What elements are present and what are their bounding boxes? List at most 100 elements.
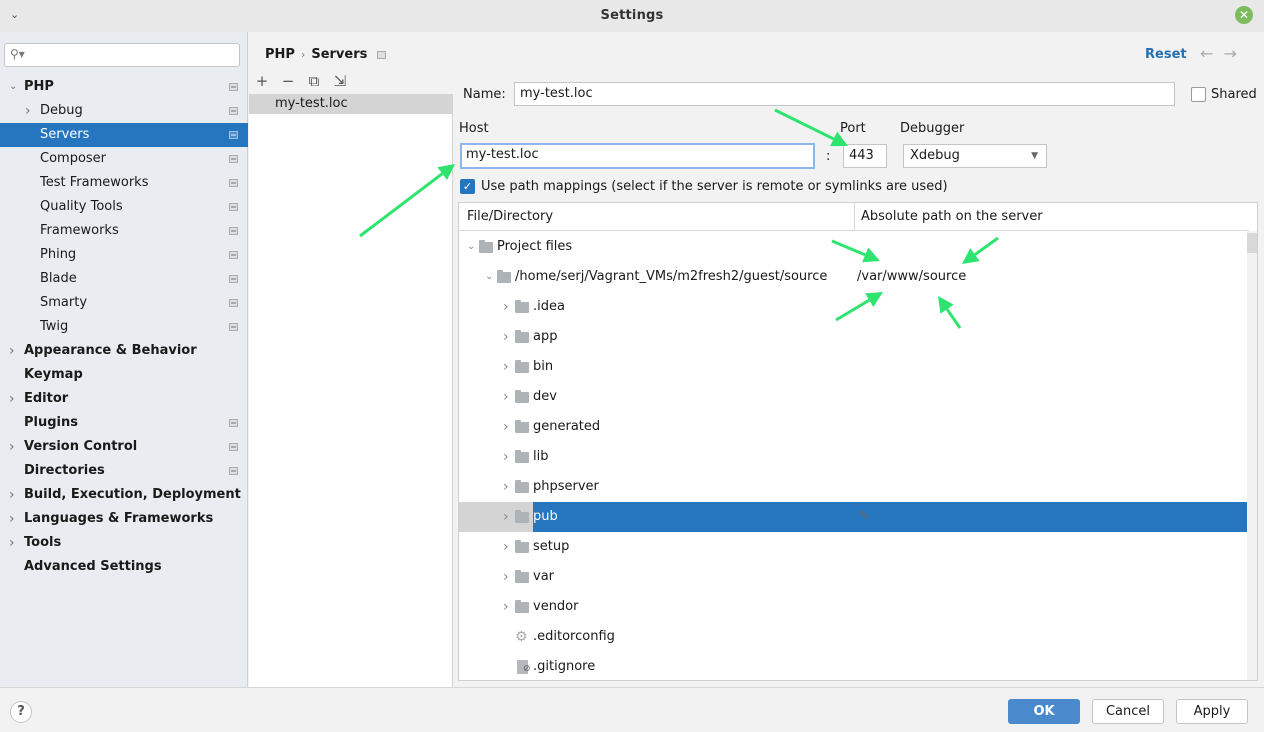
shared-checkbox[interactable]	[1191, 87, 1206, 102]
project-level-icon	[229, 443, 238, 451]
port-separator: :	[826, 149, 831, 164]
table-row[interactable]: › .idea	[459, 292, 1247, 322]
sidebar-item-blade[interactable]: Blade	[0, 267, 248, 291]
table-row[interactable]: ⌄ /home/serj/Vagrant_VMs/m2fresh2/guest/s…	[459, 262, 1247, 292]
back-arrow-icon[interactable]: ←	[1200, 44, 1223, 63]
name-input[interactable]: my-test.loc	[514, 82, 1175, 106]
port-input[interactable]: 443	[843, 144, 887, 168]
chevron-right-icon[interactable]: ›	[503, 502, 513, 532]
chevron-right-icon[interactable]: ›	[503, 472, 513, 502]
folder-icon	[515, 390, 529, 403]
table-row[interactable]: › app	[459, 322, 1247, 352]
project-level-icon	[229, 227, 238, 235]
chevron-down-icon[interactable]: ⌄	[467, 232, 477, 262]
sidebar-item-tools[interactable]: › Tools	[0, 531, 248, 555]
chevron-right-icon[interactable]: ›	[503, 352, 513, 382]
debugger-select[interactable]: Xdebug ▼	[903, 144, 1047, 168]
table-row[interactable]: .gitignore	[459, 652, 1247, 680]
chevron-right-icon[interactable]: ›	[9, 387, 19, 411]
sidebar-item-phing[interactable]: Phing	[0, 243, 248, 267]
project-level-icon	[229, 275, 238, 283]
sidebar-item-build-execution-deployment[interactable]: › Build, Execution, Deployment	[0, 483, 248, 507]
sidebar-item-frameworks[interactable]: Frameworks	[0, 219, 248, 243]
column-header-file-directory[interactable]: File/Directory	[467, 209, 553, 224]
sidebar-item-composer[interactable]: Composer	[0, 147, 248, 171]
table-row[interactable]: › phpserver	[459, 472, 1247, 502]
table-row[interactable]: › dev	[459, 382, 1247, 412]
table-row[interactable]: › setup	[459, 532, 1247, 562]
chevron-down-icon[interactable]: ⌄	[9, 75, 19, 99]
sidebar-item-test-frameworks[interactable]: Test Frameworks	[0, 171, 248, 195]
help-button[interactable]: ?	[10, 701, 32, 723]
import-icon[interactable]: ⇲	[331, 72, 349, 90]
forward-arrow-icon[interactable]: →	[1223, 44, 1246, 63]
scrollbar-thumb[interactable]	[1247, 233, 1257, 253]
chevron-right-icon[interactable]: ›	[9, 483, 19, 507]
chevron-right-icon[interactable]: ›	[503, 442, 513, 472]
chevron-right-icon[interactable]: ›	[503, 592, 513, 622]
column-header-server-path[interactable]: Absolute path on the server	[861, 209, 1043, 224]
chevron-right-icon[interactable]: ›	[9, 435, 19, 459]
sidebar-item-php[interactable]: ⌄ PHP	[0, 75, 248, 99]
path-mappings-checkbox[interactable]: ✓	[460, 179, 475, 194]
sidebar-item-appearance-behavior[interactable]: › Appearance & Behavior	[0, 339, 248, 363]
sidebar-item-keymap[interactable]: Keymap	[0, 363, 248, 387]
table-row[interactable]: › lib	[459, 442, 1247, 472]
chevron-right-icon[interactable]: ›	[9, 507, 19, 531]
reset-link[interactable]: Reset	[1145, 47, 1187, 62]
project-level-icon	[229, 155, 238, 163]
table-row[interactable]: › generated	[459, 412, 1247, 442]
table-row[interactable]: › var	[459, 562, 1247, 592]
table-row[interactable]: › bin	[459, 352, 1247, 382]
folder-icon	[515, 420, 529, 433]
chevron-right-icon[interactable]: ›	[503, 562, 513, 592]
copy-icon[interactable]: ⧉	[305, 72, 323, 90]
table-row[interactable]: › vendor	[459, 592, 1247, 622]
sidebar-item-editor[interactable]: › Editor	[0, 387, 248, 411]
project-level-icon	[229, 299, 238, 307]
chevron-right-icon[interactable]: ›	[503, 382, 513, 412]
host-input[interactable]: my-test.loc	[460, 143, 815, 169]
project-level-icon	[229, 419, 238, 427]
sidebar-item-version-control[interactable]: › Version Control	[0, 435, 248, 459]
sidebar-item-plugins[interactable]: Plugins	[0, 411, 248, 435]
local-path: app	[533, 329, 558, 344]
column-divider[interactable]	[854, 203, 855, 231]
sidebar-item-debug[interactable]: › Debug	[0, 99, 248, 123]
sidebar-item-advanced-settings[interactable]: Advanced Settings	[0, 555, 248, 579]
vertical-scrollbar[interactable]	[1247, 231, 1257, 680]
remove-icon[interactable]: −	[279, 72, 297, 90]
server-list-item[interactable]: my-test.loc	[249, 94, 453, 114]
breadcrumb-php[interactable]: PHP	[265, 47, 295, 62]
chevron-down-icon[interactable]: ⌄	[485, 262, 495, 292]
sidebar-item-quality-tools[interactable]: Quality Tools	[0, 195, 248, 219]
chevron-right-icon[interactable]: ›	[503, 532, 513, 562]
table-row[interactable]: ⚙ .editorconfig	[459, 622, 1247, 652]
table-row[interactable]: ⌄ Project files	[459, 232, 1247, 262]
folder-icon	[515, 360, 529, 373]
edit-pencil-icon[interactable]: ✎	[859, 502, 870, 532]
chevron-right-icon[interactable]: ›	[503, 292, 513, 322]
close-icon[interactable]: ✕	[1235, 6, 1253, 24]
search-input[interactable]: ⚲▾	[4, 43, 240, 67]
project-level-icon	[229, 251, 238, 259]
server-path[interactable]: /var/www/source	[857, 262, 966, 292]
chevron-right-icon[interactable]: ›	[9, 339, 19, 363]
sidebar-item-servers[interactable]: Servers	[0, 123, 248, 147]
add-icon[interactable]: +	[253, 72, 271, 90]
cancel-button[interactable]: Cancel	[1092, 699, 1164, 724]
sidebar-item-label: Twig	[40, 319, 69, 334]
apply-button[interactable]: Apply	[1176, 699, 1248, 724]
chevron-right-icon[interactable]: ›	[9, 531, 19, 555]
chevron-right-icon[interactable]: ›	[25, 99, 35, 123]
table-row[interactable]: › pub ✎	[459, 502, 1247, 532]
sidebar-item-smarty[interactable]: Smarty	[0, 291, 248, 315]
chevron-right-icon[interactable]: ›	[503, 412, 513, 442]
chevron-right-icon[interactable]: ›	[503, 322, 513, 352]
ok-button[interactable]: OK	[1008, 699, 1080, 724]
sidebar-item-languages-frameworks[interactable]: › Languages & Frameworks	[0, 507, 248, 531]
sidebar-item-twig[interactable]: Twig	[0, 315, 248, 339]
local-path: dev	[533, 389, 557, 404]
project-level-icon	[229, 179, 238, 187]
sidebar-item-directories[interactable]: Directories	[0, 459, 248, 483]
